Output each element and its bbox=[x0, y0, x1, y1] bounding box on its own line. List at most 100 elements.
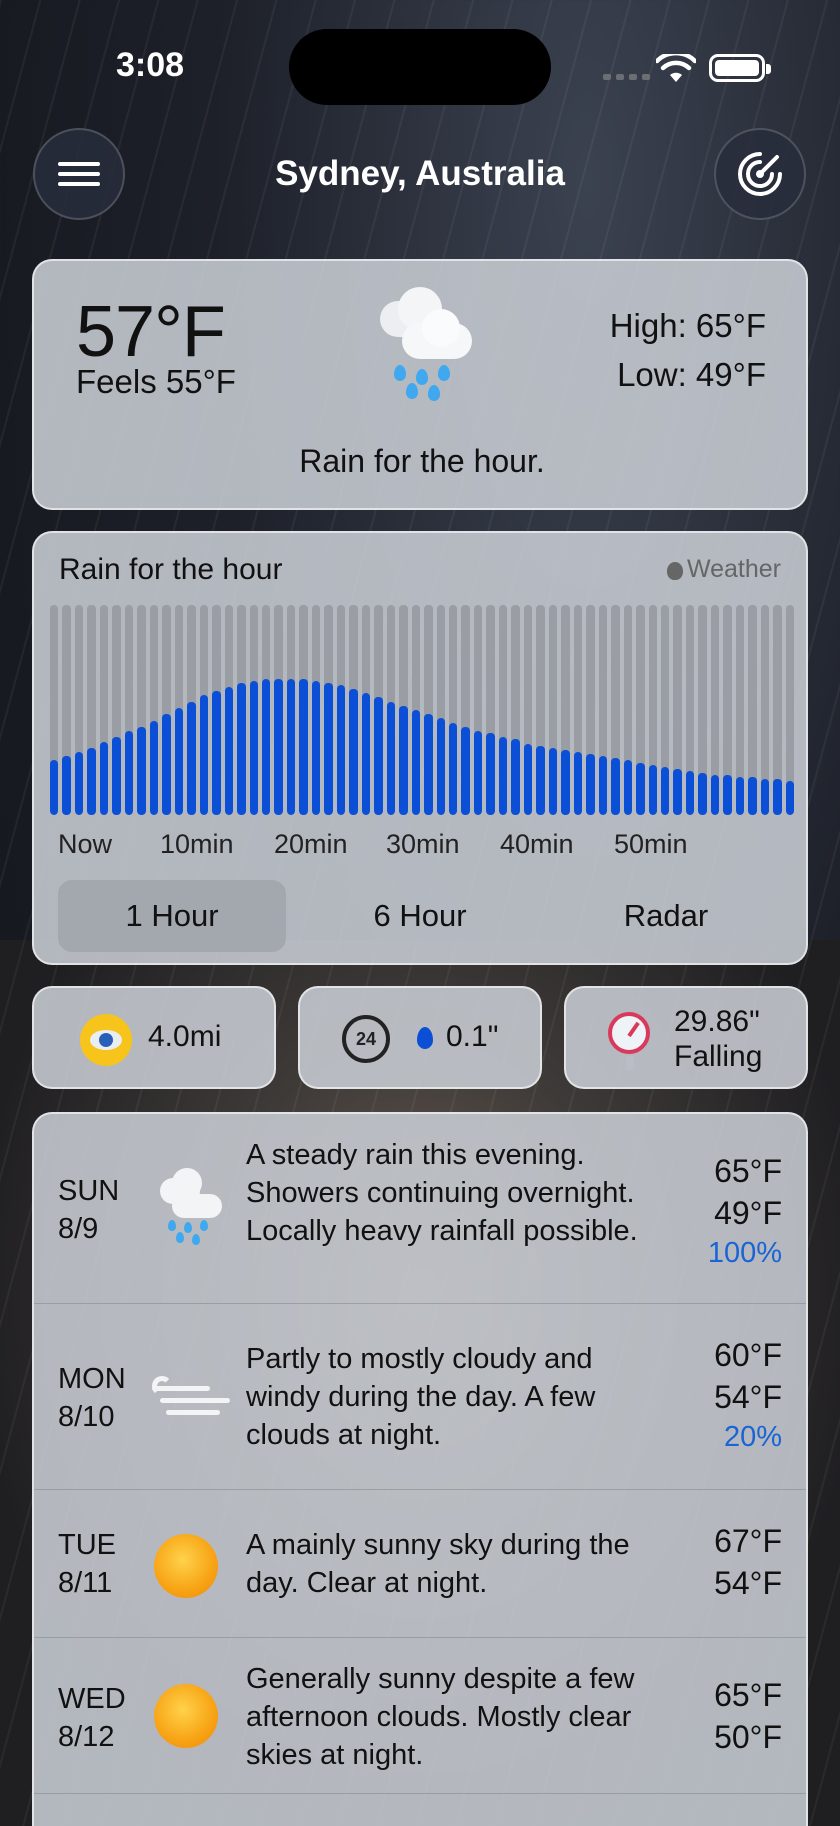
precip-bar-track bbox=[586, 605, 595, 815]
precip-bar bbox=[473, 731, 483, 815]
precip-bar-track bbox=[623, 605, 633, 815]
precip-bar-track bbox=[50, 605, 59, 815]
precip-bar bbox=[623, 760, 633, 815]
precip-bar-track bbox=[212, 605, 221, 815]
current-conditions-card[interactable]: 57°F Feels 55°F High: 65°F Low: 49°F Rai… bbox=[32, 259, 808, 510]
sun-icon bbox=[146, 1526, 226, 1606]
precip-bar-track bbox=[137, 605, 146, 815]
precip-bar bbox=[611, 758, 620, 815]
precip-bar-track bbox=[436, 605, 445, 815]
precip-bar-track bbox=[286, 605, 296, 815]
forecast-day: MON 8/10 bbox=[58, 1360, 126, 1436]
precip-bar-track bbox=[87, 605, 96, 815]
feels-like: Feels 55°F bbox=[76, 363, 236, 400]
forecast-weekday: MON bbox=[58, 1363, 126, 1395]
forecast-high: 67°F bbox=[714, 1523, 782, 1559]
precip-bar-track bbox=[523, 605, 533, 815]
precip-bar bbox=[74, 752, 84, 815]
precip-bar bbox=[723, 775, 732, 815]
precip-bar-track bbox=[748, 605, 757, 815]
precip-bar bbox=[636, 762, 645, 815]
forecast-day: WED 8/12 bbox=[58, 1680, 126, 1756]
visibility-card[interactable]: 4.0mi bbox=[32, 986, 276, 1089]
cellular-signal-icon bbox=[603, 74, 650, 80]
precip-bar-track bbox=[660, 605, 670, 815]
forecast-row[interactable]: TUE 8/11 A mainly sunny sky during the d… bbox=[34, 1490, 806, 1638]
forecast-row[interactable]: WED 8/12 Generally sunny despite a few a… bbox=[34, 1638, 806, 1794]
forecast-day: SUN 8/9 bbox=[58, 1172, 119, 1248]
precip-bar bbox=[461, 726, 470, 815]
precip-bar-track bbox=[74, 605, 84, 815]
forecast-description: Generally sunny despite a few afternoon … bbox=[246, 1663, 635, 1771]
precip-bar-track bbox=[324, 605, 333, 815]
forecast-date: 8/9 bbox=[58, 1213, 99, 1245]
wind-icon bbox=[146, 1356, 230, 1436]
precip-bar-track bbox=[162, 605, 171, 815]
precip-bar bbox=[212, 691, 221, 815]
precipitation-card: Rain for the hour Weather Now 10min 20min 3… bbox=[32, 531, 808, 965]
tab-1-hour[interactable]: 1 Hour bbox=[58, 880, 286, 952]
pressure-trend: Falling bbox=[674, 1040, 763, 1073]
chart-tick-label: 30min bbox=[386, 829, 460, 859]
precip-bar-track bbox=[124, 605, 134, 815]
precip-bar bbox=[648, 764, 657, 815]
precip-bar bbox=[199, 695, 209, 815]
raindrop-icon bbox=[417, 1027, 433, 1049]
precip-bar bbox=[299, 678, 308, 815]
radar-button[interactable] bbox=[714, 128, 806, 220]
precip-bar-track bbox=[411, 605, 421, 815]
precip-bar-track bbox=[611, 605, 620, 815]
forecast-row[interactable]: MON 8/10 Partly to mostly cloudy and win… bbox=[34, 1304, 806, 1490]
precip-bar-track bbox=[773, 605, 782, 815]
weather-brand: Weather bbox=[666, 555, 781, 584]
pressure-card[interactable]: 29.86" Falling bbox=[564, 986, 808, 1089]
forecast-date: 8/12 bbox=[58, 1721, 115, 1753]
precip-bar bbox=[685, 770, 695, 815]
precip-bar-track bbox=[311, 605, 321, 815]
chart-tick-labels: Now 10min 20min 30min 40min 50min bbox=[58, 829, 798, 865]
forecast-row[interactable]: SUN 8/9 A steady rain this evening. Show… bbox=[34, 1114, 806, 1304]
precip-bar bbox=[374, 697, 383, 815]
rainfall-24h-card[interactable]: 24 0.1" bbox=[298, 986, 542, 1089]
barometer-icon bbox=[608, 1012, 650, 1054]
forecast-high: 60°F bbox=[714, 1337, 782, 1373]
precip-bar bbox=[561, 749, 570, 815]
forecast-weekday: SUN bbox=[58, 1175, 120, 1207]
dynamic-island bbox=[289, 29, 551, 105]
precip-bar bbox=[748, 777, 757, 815]
chart-tick-label: 20min bbox=[274, 829, 348, 859]
precip-bar-track bbox=[99, 605, 109, 815]
high-temp: High: 65°F bbox=[609, 307, 766, 344]
rain-cloud-icon bbox=[372, 283, 476, 401]
forecast-temps: 67°F 54°F bbox=[714, 1520, 782, 1604]
precip-bar bbox=[112, 737, 121, 815]
precip-bar-track bbox=[723, 605, 732, 815]
precip-bar-track bbox=[361, 605, 371, 815]
time-range-segmented-control: 1 Hour 6 Hour Radar bbox=[58, 880, 786, 952]
precip-bar bbox=[224, 686, 234, 815]
precip-bar-track bbox=[424, 605, 433, 815]
tab-6-hour[interactable]: 6 Hour bbox=[306, 880, 534, 952]
tab-radar[interactable]: Radar bbox=[552, 880, 780, 952]
forecast-date: 8/11 bbox=[58, 1567, 113, 1599]
precip-bar-track bbox=[573, 605, 583, 815]
status-time: 3:08 bbox=[116, 46, 185, 84]
precip-bar bbox=[124, 731, 134, 815]
forecast-precip-chance: 20% bbox=[723, 1421, 782, 1453]
forecast-low: 49°F bbox=[714, 1195, 782, 1231]
precip-bar-track bbox=[374, 605, 383, 815]
precip-bar bbox=[710, 775, 720, 815]
precip-bar bbox=[249, 680, 258, 815]
eye-icon bbox=[80, 1014, 132, 1066]
precip-bar bbox=[361, 693, 371, 815]
forecast-weekday: TUE bbox=[58, 1529, 116, 1561]
precip-bar bbox=[548, 747, 558, 815]
precip-bar-track bbox=[473, 605, 483, 815]
precip-bar-track bbox=[486, 605, 495, 815]
precip-bar bbox=[424, 714, 433, 815]
pressure-value: 29.86" bbox=[674, 1005, 760, 1038]
forecast-description: Partly to mostly cloudy and windy during… bbox=[246, 1343, 596, 1451]
forecast-low: 54°F bbox=[714, 1565, 782, 1601]
chart-tick-label: 50min bbox=[614, 829, 688, 859]
status-bar: 3:08 bbox=[0, 0, 840, 120]
